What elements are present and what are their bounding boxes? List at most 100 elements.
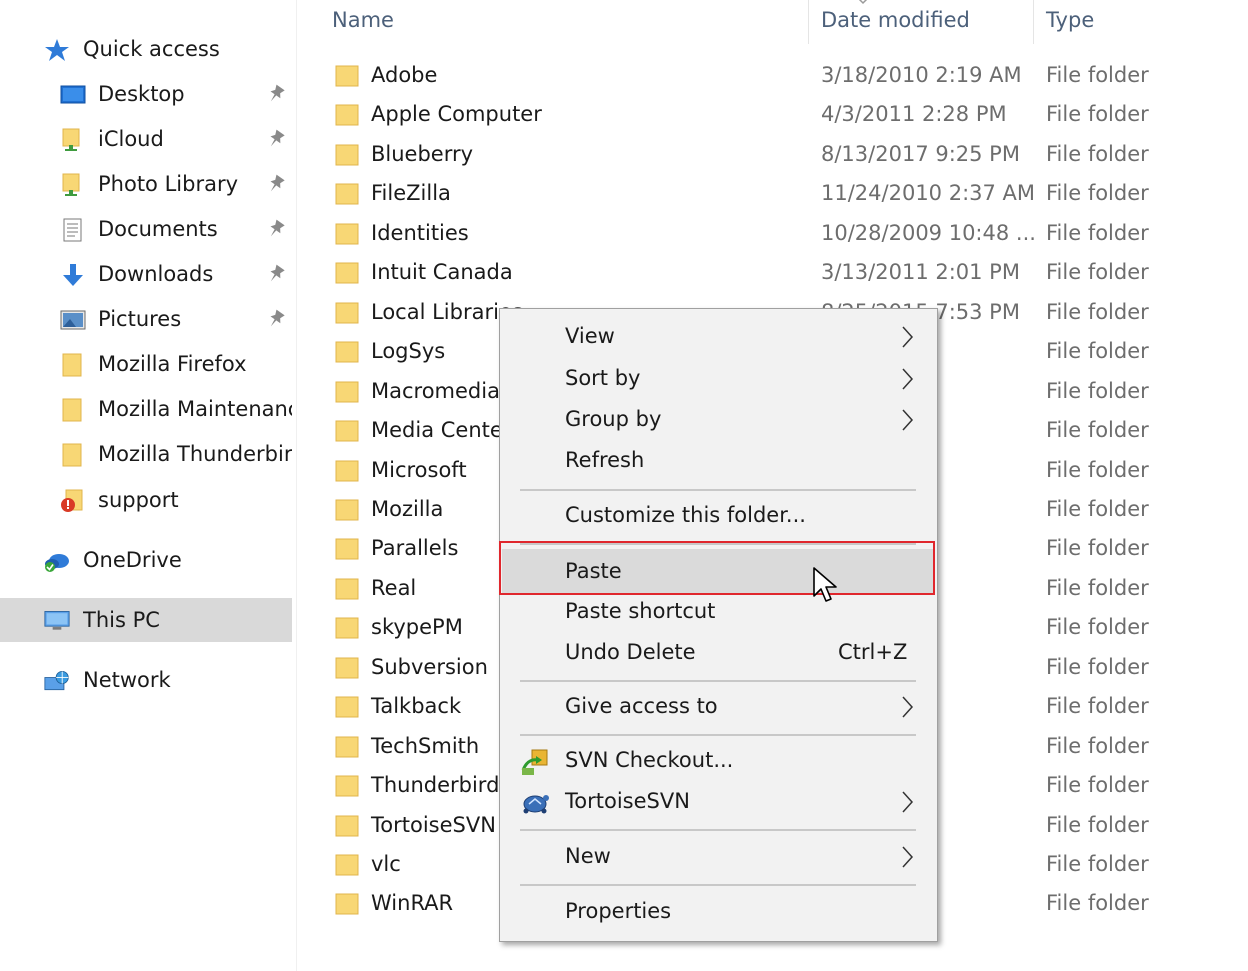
nav-item-desktop[interactable]: Desktop [0, 72, 292, 116]
pin-icon[interactable] [265, 263, 287, 285]
menu-item-customize-folder[interactable]: Customize this folder... [502, 496, 935, 536]
file-type: File folder [1046, 576, 1149, 600]
folder-icon [62, 398, 82, 422]
pin-icon[interactable] [265, 173, 287, 195]
file-row[interactable]: Adobe 3/18/2010 2:19 AM File folder [297, 56, 1248, 96]
column-divider[interactable] [808, 0, 809, 44]
file-name: WinRAR [371, 891, 454, 915]
folder-icon [335, 499, 359, 521]
menu-label: View [565, 324, 615, 348]
menu-label: Customize this folder... [565, 503, 806, 527]
column-header-name[interactable]: Name [332, 8, 394, 32]
menu-label: Properties [565, 899, 672, 923]
onedrive-icon [45, 554, 69, 572]
nav-network[interactable]: Network [0, 658, 292, 702]
desktop-icon [60, 85, 86, 104]
file-date-modified: 11/24/2010 2:37 AM [821, 181, 1036, 205]
folder-icon [62, 443, 82, 467]
folder-icon [335, 538, 359, 560]
file-type: File folder [1046, 418, 1149, 442]
menu-item-group-by[interactable]: Group by [502, 400, 935, 440]
menu-item-properties[interactable]: Properties [502, 892, 935, 932]
folder-icon [335, 815, 359, 837]
nav-item-mozilla-firefox[interactable]: Mozilla Firefox [0, 342, 292, 386]
file-row[interactable]: Identities 10/28/2009 10:48 ... File folde… [297, 214, 1248, 254]
nav-label: Network [83, 668, 171, 692]
nav-label: Desktop [98, 82, 185, 106]
file-date-modified: 10/28/2009 10:48 ... [821, 221, 1036, 245]
menu-item-tortoisesvn[interactable]: TortoiseSVN [502, 782, 935, 822]
folder-icon [335, 104, 359, 126]
file-type: File folder [1046, 655, 1149, 679]
folder-icon [335, 65, 359, 87]
column-header-bar: Name Date modified Type [297, 0, 1248, 44]
nav-item-mozilla-maintenance[interactable]: Mozilla Maintenance [0, 387, 292, 431]
chevron-right-icon [902, 326, 914, 348]
file-type: File folder [1046, 773, 1149, 797]
pin-icon[interactable] [265, 218, 287, 240]
file-type: File folder [1046, 458, 1149, 482]
file-type: File folder [1046, 734, 1149, 758]
file-type: File folder [1046, 694, 1149, 718]
file-row[interactable]: FileZilla 11/24/2010 2:37 AM File folder [297, 174, 1248, 214]
menu-label: TortoiseSVN [565, 789, 690, 813]
file-type: File folder [1046, 63, 1149, 87]
nav-item-documents[interactable]: Documents [0, 207, 292, 251]
column-divider[interactable] [1033, 0, 1034, 44]
menu-item-undo-delete[interactable]: Undo Delete Ctrl+Z [502, 633, 935, 673]
menu-shortcut: Ctrl+Z [838, 640, 908, 664]
menu-item-new[interactable]: New [502, 837, 935, 877]
column-header-type[interactable]: Type [1046, 8, 1094, 32]
column-header-date-modified[interactable]: Date modified [821, 8, 970, 32]
pin-icon[interactable] [265, 83, 287, 105]
nav-item-icloud[interactable]: iCloud [0, 117, 292, 161]
network-icon [44, 671, 69, 691]
file-name: Mozilla [371, 497, 444, 521]
menu-item-svn-checkout[interactable]: SVN Checkout... [502, 741, 935, 781]
nav-quick-access[interactable]: Quick access [0, 27, 292, 71]
nav-item-pictures[interactable]: Pictures [0, 297, 292, 341]
nav-item-downloads[interactable]: Downloads [0, 252, 292, 296]
menu-item-refresh[interactable]: Refresh [502, 441, 935, 481]
nav-label: support [98, 488, 179, 512]
menu-item-give-access[interactable]: Give access to [502, 687, 935, 727]
file-name: TechSmith [371, 734, 480, 758]
nav-item-support[interactable]: support [0, 478, 292, 522]
menu-label: New [565, 844, 611, 868]
pin-icon[interactable] [265, 308, 287, 330]
downloads-icon [63, 264, 83, 286]
nav-this-pc[interactable]: This PC [0, 598, 292, 642]
file-name: Parallels [371, 536, 459, 560]
nav-onedrive[interactable]: OneDrive [0, 538, 292, 582]
nav-label: Photo Library [98, 172, 239, 196]
nav-item-photo-library[interactable]: Photo Library [0, 162, 292, 206]
folder-icon [335, 381, 359, 403]
file-row[interactable]: Blueberry 8/13/2017 9:25 PM File folder [297, 135, 1248, 175]
folder-icon [335, 144, 359, 166]
file-type: File folder [1046, 300, 1149, 324]
svn-checkout-icon [521, 749, 548, 775]
file-name: Microsoft [371, 458, 467, 482]
file-name: Identities [371, 221, 469, 245]
chevron-right-icon [902, 791, 914, 813]
menu-separator [520, 734, 916, 736]
file-name: Apple Computer [371, 102, 542, 126]
chevron-right-icon [902, 846, 914, 868]
file-name: Media Center [371, 418, 512, 442]
file-row[interactable]: Apple Computer 4/3/2011 2:28 PM File folde… [297, 95, 1248, 135]
folder-icon [335, 262, 359, 284]
menu-label: Refresh [565, 448, 645, 472]
menu-item-paste-shortcut[interactable]: Paste shortcut [502, 592, 935, 632]
menu-item-sort-by[interactable]: Sort by [502, 359, 935, 399]
file-row[interactable]: Intuit Canada 3/13/2011 2:01 PM File folde… [297, 253, 1248, 293]
folder-icon [335, 893, 359, 915]
menu-item-view[interactable]: View [502, 317, 935, 357]
nav-item-mozilla-thunderbird[interactable]: Mozilla Thunderbird [0, 432, 292, 476]
pin-icon[interactable] [265, 128, 287, 150]
file-name: Subversion [371, 655, 488, 679]
file-type: File folder [1046, 852, 1149, 876]
file-name: Adobe [371, 63, 438, 87]
file-type: File folder [1046, 813, 1149, 837]
menu-separator [520, 829, 916, 831]
menu-separator [520, 680, 916, 682]
